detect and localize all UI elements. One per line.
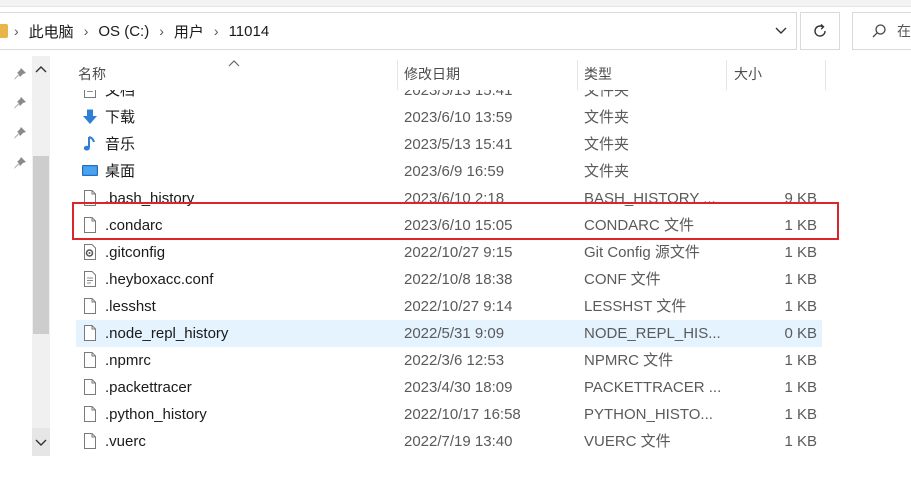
file-modified-date: 2023/6/9 16:59 xyxy=(404,163,505,180)
file-icon xyxy=(81,378,99,396)
breadcrumb-chevron-icon[interactable]: › xyxy=(208,23,225,39)
breadcrumb-chevron-icon[interactable]: › xyxy=(153,23,170,39)
file-name: .lesshst xyxy=(105,298,156,315)
file-modified-date: 2022/10/27 9:14 xyxy=(404,298,513,315)
desktop-folder-icon xyxy=(81,162,99,180)
column-header-type[interactable]: 类型 xyxy=(584,56,612,90)
file-modified-date: 2022/3/6 12:53 xyxy=(404,352,505,369)
column-header-row: 名称 修改日期 类型 大小 xyxy=(52,56,911,90)
file-type: NPMRC 文件 xyxy=(584,352,674,369)
search-icon xyxy=(872,24,886,38)
file-modified-date: 2022/10/27 9:15 xyxy=(404,244,513,261)
file-row[interactable]: 音乐 2023/5/13 15:41 文件夹 xyxy=(76,131,822,158)
file-name: .node_repl_history xyxy=(105,325,229,342)
file-size: 1 KB xyxy=(784,406,817,423)
file-row[interactable]: 桌面 2023/6/9 16:59 文件夹 xyxy=(76,158,822,185)
breadcrumb-this-pc[interactable]: 此电脑 xyxy=(25,21,78,42)
file-icon xyxy=(81,405,99,423)
file-name: 桌面 xyxy=(105,163,136,180)
breadcrumb-chevron-icon[interactable]: › xyxy=(78,23,95,39)
folder-icon xyxy=(0,24,8,38)
file-size: 1 KB xyxy=(784,244,817,261)
file-name: 音乐 xyxy=(105,136,136,153)
file-row[interactable]: .vuerc 2022/7/19 13:40 VUERC 文件 1 KB xyxy=(76,428,822,455)
file-type: LESSHST 文件 xyxy=(584,298,687,315)
column-divider[interactable] xyxy=(577,60,578,90)
config-file-icon xyxy=(81,243,99,261)
file-size: 0 KB xyxy=(784,325,817,342)
file-modified-date: 2022/7/19 13:40 xyxy=(404,433,513,450)
scroll-up-button[interactable] xyxy=(32,58,50,80)
column-divider[interactable] xyxy=(397,60,398,90)
file-modified-date: 2022/10/17 16:58 xyxy=(404,406,521,423)
column-header-modified[interactable]: 修改日期 xyxy=(404,56,460,90)
refresh-icon xyxy=(814,23,826,37)
file-row[interactable]: .heyboxacc.conf 2022/10/8 18:38 CONF 文件 1 K… xyxy=(76,266,822,293)
chevron-down-icon[interactable] xyxy=(774,23,788,37)
file-type: NODE_REPL_HIS... xyxy=(584,325,721,342)
file-row[interactable]: 下载 2023/6/10 13:59 文件夹 xyxy=(76,104,822,131)
column-header-size[interactable]: 大小 xyxy=(734,56,762,90)
file-row[interactable]: .packettracer 2023/4/30 18:09 PACKETTRACER… xyxy=(76,374,822,401)
file-row[interactable]: .lesshst 2022/10/27 9:14 LESSHST 文件 1 KB xyxy=(76,293,822,320)
file-type: Git Config 源文件 xyxy=(584,244,700,261)
file-modified-date: 2023/5/13 15:41 xyxy=(404,136,513,153)
file-type: 文件夹 xyxy=(584,109,630,126)
music-folder-icon xyxy=(81,135,99,153)
downloads-folder-icon xyxy=(81,108,99,126)
pin-icon[interactable] xyxy=(13,67,27,81)
pin-icon[interactable] xyxy=(13,126,27,140)
file-icon xyxy=(81,297,99,315)
file-size: 1 KB xyxy=(784,433,817,450)
file-row[interactable]: .gitconfig 2022/10/27 9:15 Git Config 源文件 1… xyxy=(76,239,822,266)
file-type: VUERC 文件 xyxy=(584,433,671,450)
pin-icon[interactable] xyxy=(13,156,27,170)
file-name: .heyboxacc.conf xyxy=(105,271,214,288)
refresh-button[interactable] xyxy=(800,12,840,50)
file-modified-date: 2022/10/8 18:38 xyxy=(404,271,513,288)
file-modified-date: 2023/6/10 13:59 xyxy=(404,109,513,126)
file-name: .packettracer xyxy=(105,379,192,396)
file-modified-date: 2023/4/30 18:09 xyxy=(404,379,513,396)
scroll-down-button[interactable] xyxy=(32,432,50,454)
breadcrumb-users[interactable]: 用户 xyxy=(170,21,208,42)
file-row[interactable]: .npmrc 2022/3/6 12:53 NPMRC 文件 1 KB xyxy=(76,347,822,374)
file-name: .npmrc xyxy=(105,352,151,369)
file-name: .python_history xyxy=(105,406,207,423)
file-type: 文件夹 xyxy=(584,136,630,153)
file-type: CONF 文件 xyxy=(584,271,661,288)
scrollbar-thumb[interactable] xyxy=(33,156,49,334)
file-size: 1 KB xyxy=(784,379,817,396)
file-row[interactable]: .node_repl_history 2022/5/31 9:09 NODE_REP… xyxy=(76,320,822,347)
file-size: 1 KB xyxy=(784,271,817,288)
file-icon xyxy=(81,351,99,369)
file-name: .gitconfig xyxy=(105,244,166,261)
breadcrumb-os-c[interactable]: OS (C:) xyxy=(94,23,153,40)
chevron-down-icon xyxy=(35,439,47,446)
search-placeholder: 在 xyxy=(897,23,911,39)
file-modified-date: 2022/5/31 9:09 xyxy=(404,325,505,342)
file-name: 下载 xyxy=(105,109,136,126)
search-box[interactable]: 在 xyxy=(852,12,911,50)
pin-icon[interactable] xyxy=(13,96,27,110)
file-size: 1 KB xyxy=(784,298,817,315)
file-type: PYTHON_HISTO... xyxy=(584,406,713,423)
breadcrumb-chevron-icon[interactable]: › xyxy=(8,23,25,39)
chevron-up-icon xyxy=(35,66,47,73)
file-type: 文件夹 xyxy=(584,163,630,180)
column-divider[interactable] xyxy=(726,60,727,90)
window-top-strip xyxy=(0,0,911,7)
file-name: .vuerc xyxy=(105,433,146,450)
file-icon xyxy=(81,324,99,342)
column-header-name[interactable]: 名称 xyxy=(78,56,106,90)
file-row[interactable]: .python_history 2022/10/17 16:58 PYTHON_HI… xyxy=(76,401,822,428)
address-bar[interactable]: › 此电脑 › OS (C:) › 用户 › 11014 xyxy=(0,12,797,50)
file-icon xyxy=(81,432,99,450)
breadcrumb-user-folder[interactable]: 11014 xyxy=(225,23,274,40)
text-file-icon xyxy=(81,270,99,288)
highlight-annotation-box xyxy=(72,202,839,240)
file-type: PACKETTRACER ... xyxy=(584,379,722,396)
column-divider[interactable] xyxy=(825,60,826,90)
file-size: 1 KB xyxy=(784,352,817,369)
